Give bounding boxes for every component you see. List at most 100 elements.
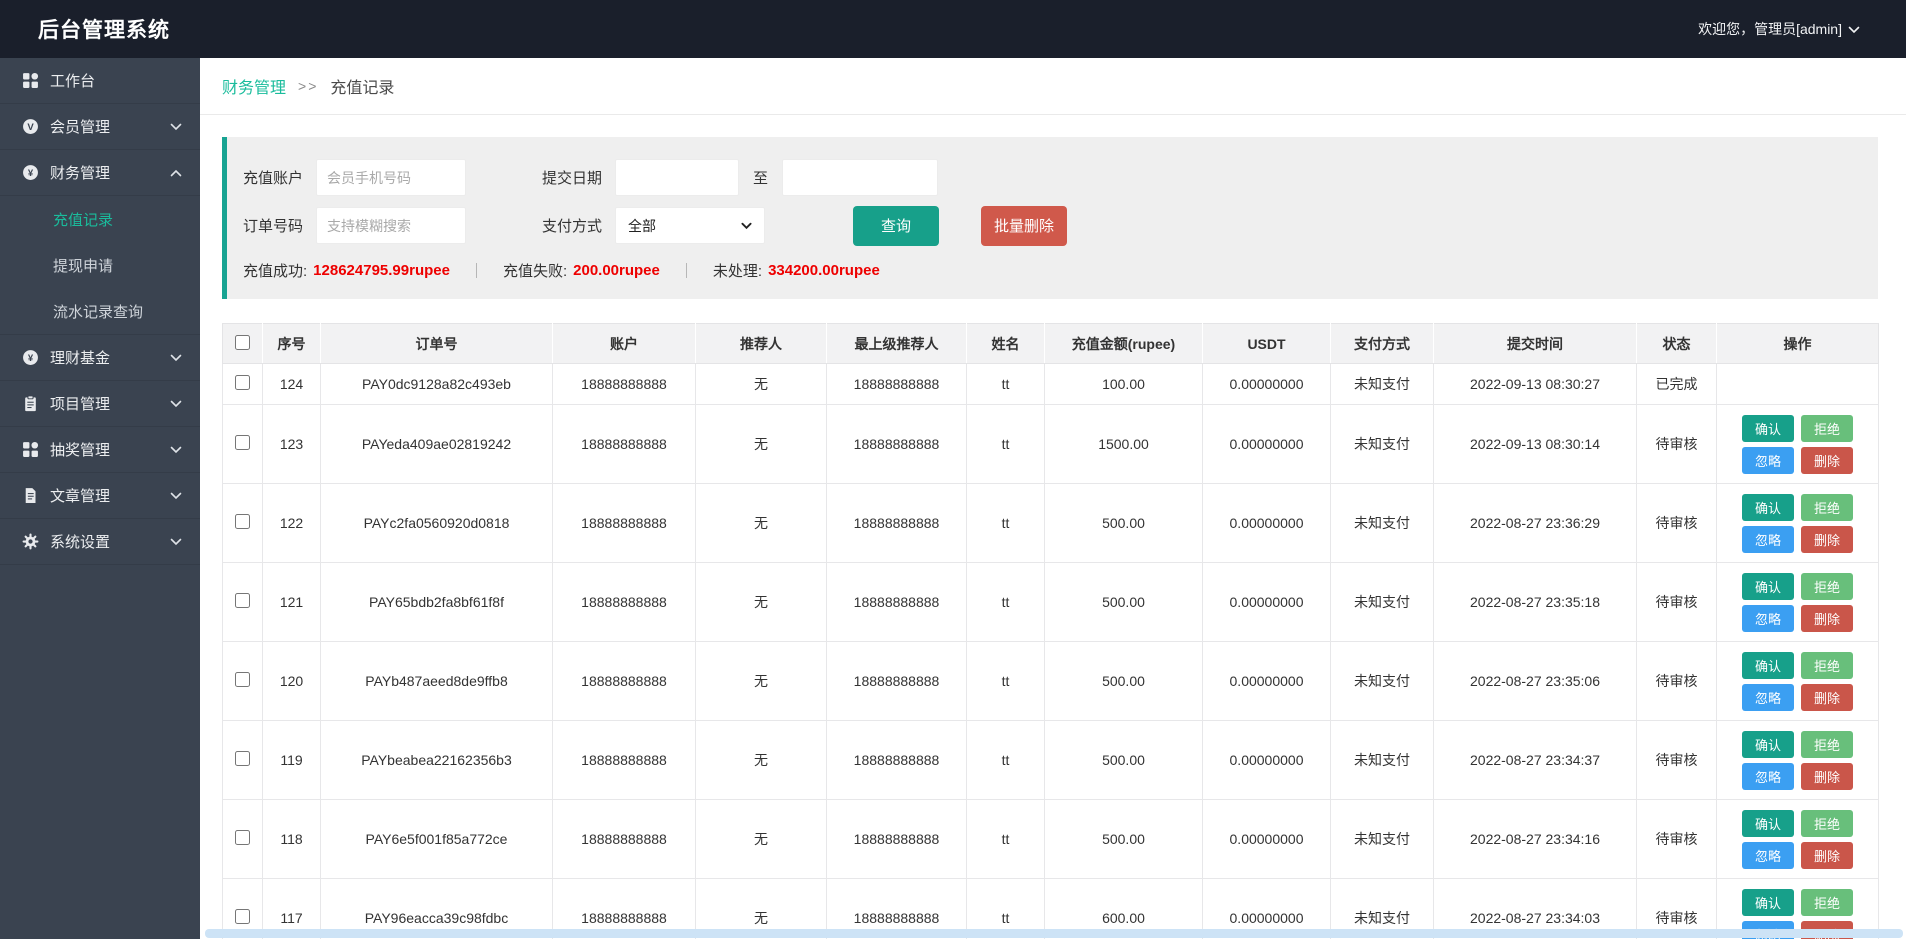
sidebar-item-projects[interactable]: 项目管理 xyxy=(0,381,200,427)
delete-button[interactable]: 删除 xyxy=(1801,605,1853,632)
table-row: 118PAY6e5f001f85a772ce18888888888无188888… xyxy=(223,800,1879,879)
cell-name: tt xyxy=(967,405,1045,484)
reject-button[interactable]: 拒绝 xyxy=(1801,573,1853,600)
select-all-checkbox[interactable] xyxy=(235,335,250,350)
cell-method: 未知支付 xyxy=(1331,800,1434,879)
sidebar-item-label: 文章管理 xyxy=(50,485,170,506)
table-row: 120PAYb487aeed8de9ffb818888888888无188888… xyxy=(223,642,1879,721)
row-checkbox[interactable] xyxy=(235,435,250,450)
confirm-button[interactable]: 确认 xyxy=(1742,810,1794,837)
column-header: 提交时间 xyxy=(1434,324,1637,364)
cell-name: tt xyxy=(967,563,1045,642)
delete-button[interactable]: 删除 xyxy=(1801,447,1853,474)
confirm-button[interactable]: 确认 xyxy=(1742,652,1794,679)
success-label: 充值成功: xyxy=(243,260,307,281)
cell-referrer: 无 xyxy=(696,364,827,405)
sidebar-subitem-recharge-records[interactable]: 充值记录 xyxy=(0,196,200,242)
reject-button[interactable]: 拒绝 xyxy=(1801,415,1853,442)
ignore-button[interactable]: 忽略 xyxy=(1742,605,1794,632)
table-row: 122PAYc2fa0560920d081818888888888无188888… xyxy=(223,484,1879,563)
sidebar-item-settings[interactable]: 系统设置 xyxy=(0,519,200,565)
payment-method-label: 支付方式 xyxy=(542,215,602,236)
delete-button[interactable]: 删除 xyxy=(1801,763,1853,790)
reject-button[interactable]: 拒绝 xyxy=(1801,889,1853,916)
sidebar-item-lottery[interactable]: 抽奖管理 xyxy=(0,427,200,473)
filter-row-1: 充值账户 提交日期 至 xyxy=(243,159,1878,196)
cell-order: PAYc2fa0560920d0818 xyxy=(321,484,553,563)
records-table: 序号订单号账户推荐人最上级推荐人姓名充值金额(rupee)USDT支付方式提交时… xyxy=(222,323,1879,939)
sidebar-item-articles[interactable]: 文章管理 xyxy=(0,473,200,519)
confirm-button[interactable]: 确认 xyxy=(1742,573,1794,600)
column-header: 订单号 xyxy=(321,324,553,364)
sidebar-item-finance[interactable]: ¥ 财务管理 xyxy=(0,150,200,196)
date-to-input[interactable] xyxy=(782,159,938,196)
chevron-down-icon xyxy=(170,487,182,504)
bulk-delete-button[interactable]: 批量删除 xyxy=(981,206,1067,246)
cell-time: 2022-08-27 23:36:29 xyxy=(1434,484,1637,563)
cell-referrer: 无 xyxy=(696,800,827,879)
reject-button[interactable]: 拒绝 xyxy=(1801,494,1853,521)
cell-top_referrer: 18888888888 xyxy=(827,405,967,484)
cell-time: 2022-08-27 23:35:06 xyxy=(1434,642,1637,721)
sidebar-item-label: 系统设置 xyxy=(50,531,170,552)
confirm-button[interactable]: 确认 xyxy=(1742,731,1794,758)
sidebar-item-workbench[interactable]: 工作台 xyxy=(0,58,200,104)
cell-account: 18888888888 xyxy=(553,721,696,800)
sidebar-item-members[interactable]: V 会员管理 xyxy=(0,104,200,150)
breadcrumb-section-link[interactable]: 财务管理 xyxy=(222,74,286,98)
date-from-input[interactable] xyxy=(615,159,739,196)
row-checkbox[interactable] xyxy=(235,593,250,608)
row-checkbox[interactable] xyxy=(235,909,250,924)
chevron-down-icon xyxy=(170,441,182,458)
reject-button[interactable]: 拒绝 xyxy=(1801,810,1853,837)
row-checkbox[interactable] xyxy=(235,672,250,687)
divider: ｜ xyxy=(469,260,484,281)
delete-button[interactable]: 删除 xyxy=(1801,842,1853,869)
recharge-account-input[interactable] xyxy=(316,159,466,196)
sidebar-subitem-flow-records[interactable]: 流水记录查询 xyxy=(0,288,200,334)
reject-button[interactable]: 拒绝 xyxy=(1801,731,1853,758)
confirm-button[interactable]: 确认 xyxy=(1742,494,1794,521)
cell-name: tt xyxy=(967,364,1045,405)
summary-stats: 充值成功: 128624795.99rupee ｜ 充值失败: 200.00ru… xyxy=(243,260,1878,281)
cell-account: 18888888888 xyxy=(553,484,696,563)
row-checkbox[interactable] xyxy=(235,375,250,390)
delete-button[interactable]: 删除 xyxy=(1801,526,1853,553)
confirm-button[interactable]: 确认 xyxy=(1742,415,1794,442)
gear-icon xyxy=(22,533,39,550)
sidebar-item-funds[interactable]: ¥ 理财基金 xyxy=(0,335,200,381)
cell-amount: 500.00 xyxy=(1045,800,1203,879)
row-checkbox[interactable] xyxy=(235,751,250,766)
payment-method-select[interactable]: 全部 xyxy=(615,207,765,244)
cell-referrer: 无 xyxy=(696,405,827,484)
reject-button[interactable]: 拒绝 xyxy=(1801,652,1853,679)
main-content: 财务管理 >> 充值记录 充值账户 提交日期 至 订单号码 支付方式 全部 查询… xyxy=(200,58,1906,939)
cell-name: tt xyxy=(967,800,1045,879)
cell-actions: 确认拒绝忽略删除 xyxy=(1717,800,1879,879)
user-menu[interactable]: 欢迎您，管理员[admin] xyxy=(1698,19,1860,39)
cell-amount: 500.00 xyxy=(1045,563,1203,642)
sidebar-subitem-label: 流水记录查询 xyxy=(53,301,143,322)
cell-top_referrer: 18888888888 xyxy=(827,800,967,879)
ignore-button[interactable]: 忽略 xyxy=(1742,447,1794,474)
cell-order: PAYeda409ae02819242 xyxy=(321,405,553,484)
ignore-button[interactable]: 忽略 xyxy=(1742,684,1794,711)
fail-label: 充值失败: xyxy=(503,260,567,281)
cell-account: 18888888888 xyxy=(553,364,696,405)
ignore-button[interactable]: 忽略 xyxy=(1742,526,1794,553)
ignore-button[interactable]: 忽略 xyxy=(1742,842,1794,869)
fail-value: 200.00rupee xyxy=(573,262,660,279)
confirm-button[interactable]: 确认 xyxy=(1742,889,1794,916)
row-checkbox[interactable] xyxy=(235,830,250,845)
query-button[interactable]: 查询 xyxy=(853,206,939,246)
table-row: 124PAY0dc9128a82c493eb18888888888无188888… xyxy=(223,364,1879,405)
cell-time: 2022-09-13 08:30:27 xyxy=(1434,364,1637,405)
sidebar-subitem-withdraw-requests[interactable]: 提现申请 xyxy=(0,242,200,288)
horizontal-scrollbar[interactable] xyxy=(205,929,1903,938)
order-number-input[interactable] xyxy=(316,207,466,244)
cell-usdt: 0.00000000 xyxy=(1203,484,1331,563)
svg-text:¥: ¥ xyxy=(28,353,34,364)
delete-button[interactable]: 删除 xyxy=(1801,684,1853,711)
row-checkbox[interactable] xyxy=(235,514,250,529)
ignore-button[interactable]: 忽略 xyxy=(1742,763,1794,790)
